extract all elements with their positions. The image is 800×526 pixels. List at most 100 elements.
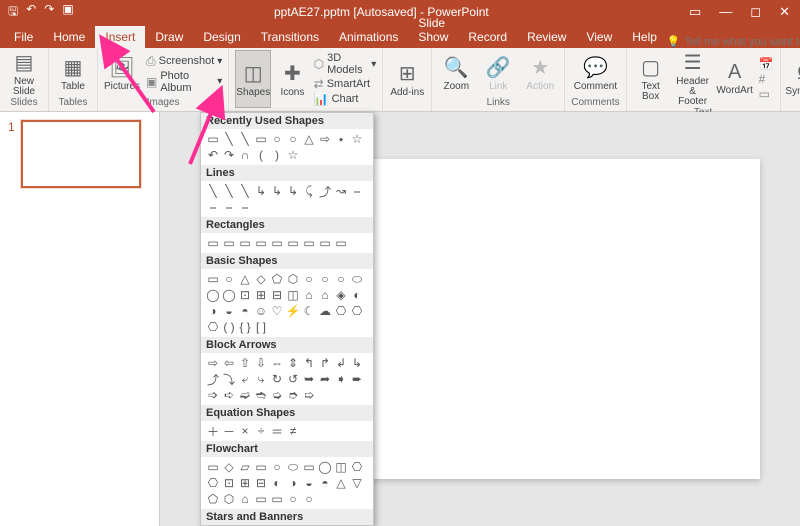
tab-design[interactable]: Design [193, 26, 250, 48]
shape-option[interactable]: ↳ [286, 184, 300, 198]
shape-option[interactable]: ◇ [222, 460, 236, 474]
shape-option[interactable]: ▭ [270, 492, 284, 506]
shape-option[interactable]: ⬭ [350, 272, 364, 286]
tab-view[interactable]: View [576, 26, 622, 48]
shape-option[interactable]: ≠ [286, 424, 300, 438]
shape-option[interactable]: ○ [222, 272, 236, 286]
shape-option[interactable]: ⎔ [206, 320, 220, 334]
maximize-icon[interactable]: ◻ [750, 4, 761, 20]
tell-me[interactable]: 💡 [667, 35, 800, 48]
shape-option[interactable]: ◫ [334, 460, 348, 474]
shape-option[interactable]: ➬ [254, 388, 268, 402]
shape-option[interactable]: ⌂ [238, 492, 252, 506]
new-slide-button[interactable]: ▤New Slide [6, 50, 42, 97]
shape-option[interactable]: ⤵ [222, 372, 236, 386]
icons-button[interactable]: ✚Icons [277, 50, 307, 108]
shape-option[interactable]: ○ [318, 272, 332, 286]
tab-review[interactable]: Review [517, 26, 576, 48]
shape-option[interactable]: ➮ [286, 388, 300, 402]
shape-option[interactable]: ⤶ [238, 372, 252, 386]
shape-option[interactable]: { } [238, 320, 252, 334]
shape-option[interactable]: ➪ [222, 388, 236, 402]
shape-option[interactable]: ↷ [222, 148, 236, 162]
shape-option[interactable]: ∩ [238, 148, 252, 162]
shape-option[interactable]: ⌂ [302, 288, 316, 302]
shape-option[interactable]: ▭ [318, 236, 332, 250]
slide-number-button[interactable]: # [759, 72, 774, 86]
shape-option[interactable]: ➨ [350, 372, 364, 386]
tab-file[interactable]: File [4, 26, 43, 48]
3d-models-button[interactable]: ⬡3D Models ▾ [314, 52, 377, 76]
shape-option[interactable]: ⎔ [334, 304, 348, 318]
textbox-button[interactable]: ▢Text Box [633, 50, 669, 107]
shape-option[interactable]: ♡ [270, 304, 284, 318]
smartart-button[interactable]: ⇄SmartArt [314, 77, 377, 91]
shape-option[interactable]: ○ [286, 132, 300, 146]
ribbon-options-icon[interactable]: ▭ [689, 4, 701, 20]
shape-option[interactable]: ▭ [254, 132, 268, 146]
shape-option[interactable]: ⎔ [350, 304, 364, 318]
shapes-gallery[interactable]: Recently Used Shapes▭╲╲▭○○△⇨⬩☆↶↷∩()☆Line… [200, 112, 374, 526]
minimize-icon[interactable]: — [719, 4, 732, 20]
screenshot-button[interactable]: ⎙Screenshot ▾ [146, 54, 222, 69]
tab-transitions[interactable]: Transitions [251, 26, 329, 48]
shape-option[interactable]: ▭ [286, 236, 300, 250]
slide-thumbnail[interactable]: 1 [8, 120, 151, 188]
shape-option[interactable]: △ [238, 272, 252, 286]
shape-option[interactable]: ▭ [206, 236, 220, 250]
shape-option[interactable]: ＝ [270, 424, 284, 438]
shape-option[interactable]: ▭ [302, 460, 316, 474]
shape-option[interactable]: ○ [302, 272, 316, 286]
tab-draw[interactable]: Draw [145, 26, 193, 48]
shape-option[interactable]: ➫ [238, 388, 252, 402]
shape-option[interactable]: ⊟ [270, 288, 284, 302]
shape-option[interactable]: ◓ [238, 304, 252, 318]
header-footer-button[interactable]: ☰Header & Footer [675, 50, 711, 107]
shape-option[interactable]: ◑ [206, 304, 220, 318]
shape-option[interactable]: ⎔ [350, 460, 364, 474]
shape-option[interactable]: ⊟ [254, 476, 268, 490]
shape-option[interactable]: ⊞ [238, 476, 252, 490]
shape-option[interactable]: × [238, 424, 252, 438]
shape-option[interactable]: ⌂ [318, 288, 332, 302]
shape-option[interactable]: ▭ [254, 460, 268, 474]
shape-option[interactable]: ⬠ [270, 272, 284, 286]
chart-button[interactable]: 📊Chart [314, 92, 377, 106]
start-slideshow-icon[interactable]: ▣ [62, 2, 73, 23]
shape-option[interactable]: ⇨ [206, 356, 220, 370]
link-button[interactable]: 🔗Link [480, 50, 516, 97]
date-time-button[interactable]: 📅 [759, 57, 774, 71]
shape-option[interactable]: ⎔ [206, 476, 220, 490]
shape-option[interactable]: ⇦ [222, 356, 236, 370]
tab-help[interactable]: Help [622, 26, 667, 48]
shape-option[interactable]: ⊡ [238, 288, 252, 302]
shape-option[interactable]: ○ [270, 132, 284, 146]
shape-option[interactable]: ➥ [302, 372, 316, 386]
object-button[interactable]: ▭ [759, 87, 774, 101]
shape-option[interactable]: ◑ [286, 476, 300, 490]
shape-option[interactable]: ╲ [238, 132, 252, 146]
shape-option[interactable]: ⬩ [334, 132, 348, 146]
shape-option[interactable]: ◐ [350, 288, 364, 302]
slide-canvas[interactable] [340, 159, 760, 479]
shape-option[interactable]: ▭ [334, 236, 348, 250]
shape-option[interactable]: ↻ [270, 372, 284, 386]
shape-option[interactable]: ▭ [254, 236, 268, 250]
shape-option[interactable]: △ [302, 132, 316, 146]
pictures-button[interactable]: 🖼Pictures [104, 50, 140, 97]
shape-option[interactable]: ) [270, 148, 284, 162]
shape-option[interactable]: ⚡ [286, 304, 300, 318]
comment-button[interactable]: 💬Comment [577, 50, 613, 97]
shape-option[interactable]: ↳ [254, 184, 268, 198]
shape-option[interactable]: ◫ [286, 288, 300, 302]
shape-option[interactable]: ○ [286, 492, 300, 506]
shape-option[interactable]: ⎯ [350, 184, 364, 198]
shape-option[interactable]: ⇧ [238, 356, 252, 370]
shape-option[interactable]: ⤹ [302, 184, 316, 198]
shape-option[interactable]: ☺ [254, 304, 268, 318]
shape-option[interactable]: ↲ [334, 356, 348, 370]
shape-option[interactable]: ↳ [270, 184, 284, 198]
shape-option[interactable]: ⇩ [254, 356, 268, 370]
shape-option[interactable]: ▱ [238, 460, 252, 474]
shape-option[interactable]: ▭ [238, 236, 252, 250]
